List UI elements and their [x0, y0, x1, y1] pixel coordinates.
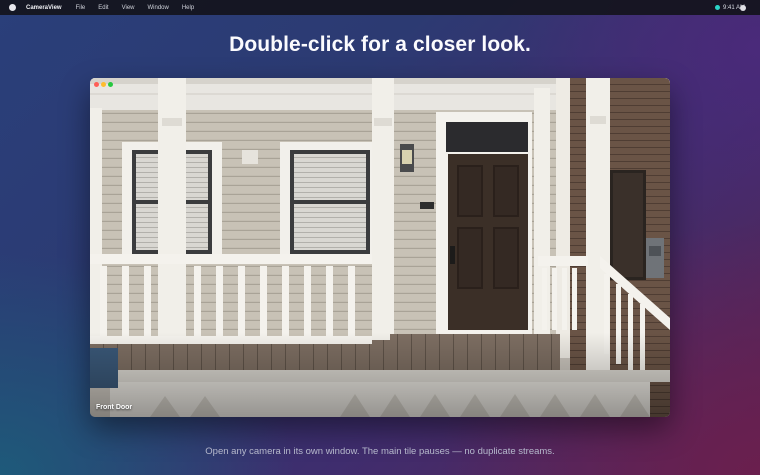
menu-bar: CameraView File Edit View Window Help 9:… — [0, 0, 760, 15]
footer-caption: Open any camera in its own window. The m… — [205, 446, 555, 457]
menu-file[interactable]: File — [76, 5, 86, 11]
menu-window[interactable]: Window — [148, 5, 169, 11]
camera-feed-image[interactable] — [90, 78, 670, 417]
camera-name-label: Front Door — [96, 404, 133, 411]
app-name-menu[interactable]: CameraView — [26, 5, 62, 11]
control-center-icon[interactable] — [740, 4, 746, 11]
page-headline: Double-click for a closer look. — [229, 33, 531, 56]
recording-status-icon[interactable] — [714, 5, 720, 10]
minimize-button[interactable] — [101, 82, 106, 87]
menu-help[interactable]: Help — [182, 5, 194, 11]
menu-view[interactable]: View — [122, 5, 135, 11]
window-controls — [94, 82, 113, 87]
apple-menu-icon[interactable] — [9, 4, 16, 11]
menu-edit[interactable]: Edit — [98, 5, 108, 11]
zoom-button[interactable] — [108, 82, 113, 87]
menubar-status-area: 9:41 AM — [714, 4, 746, 11]
camera-window[interactable]: Front Door — [90, 78, 670, 417]
close-button[interactable] — [94, 82, 99, 87]
